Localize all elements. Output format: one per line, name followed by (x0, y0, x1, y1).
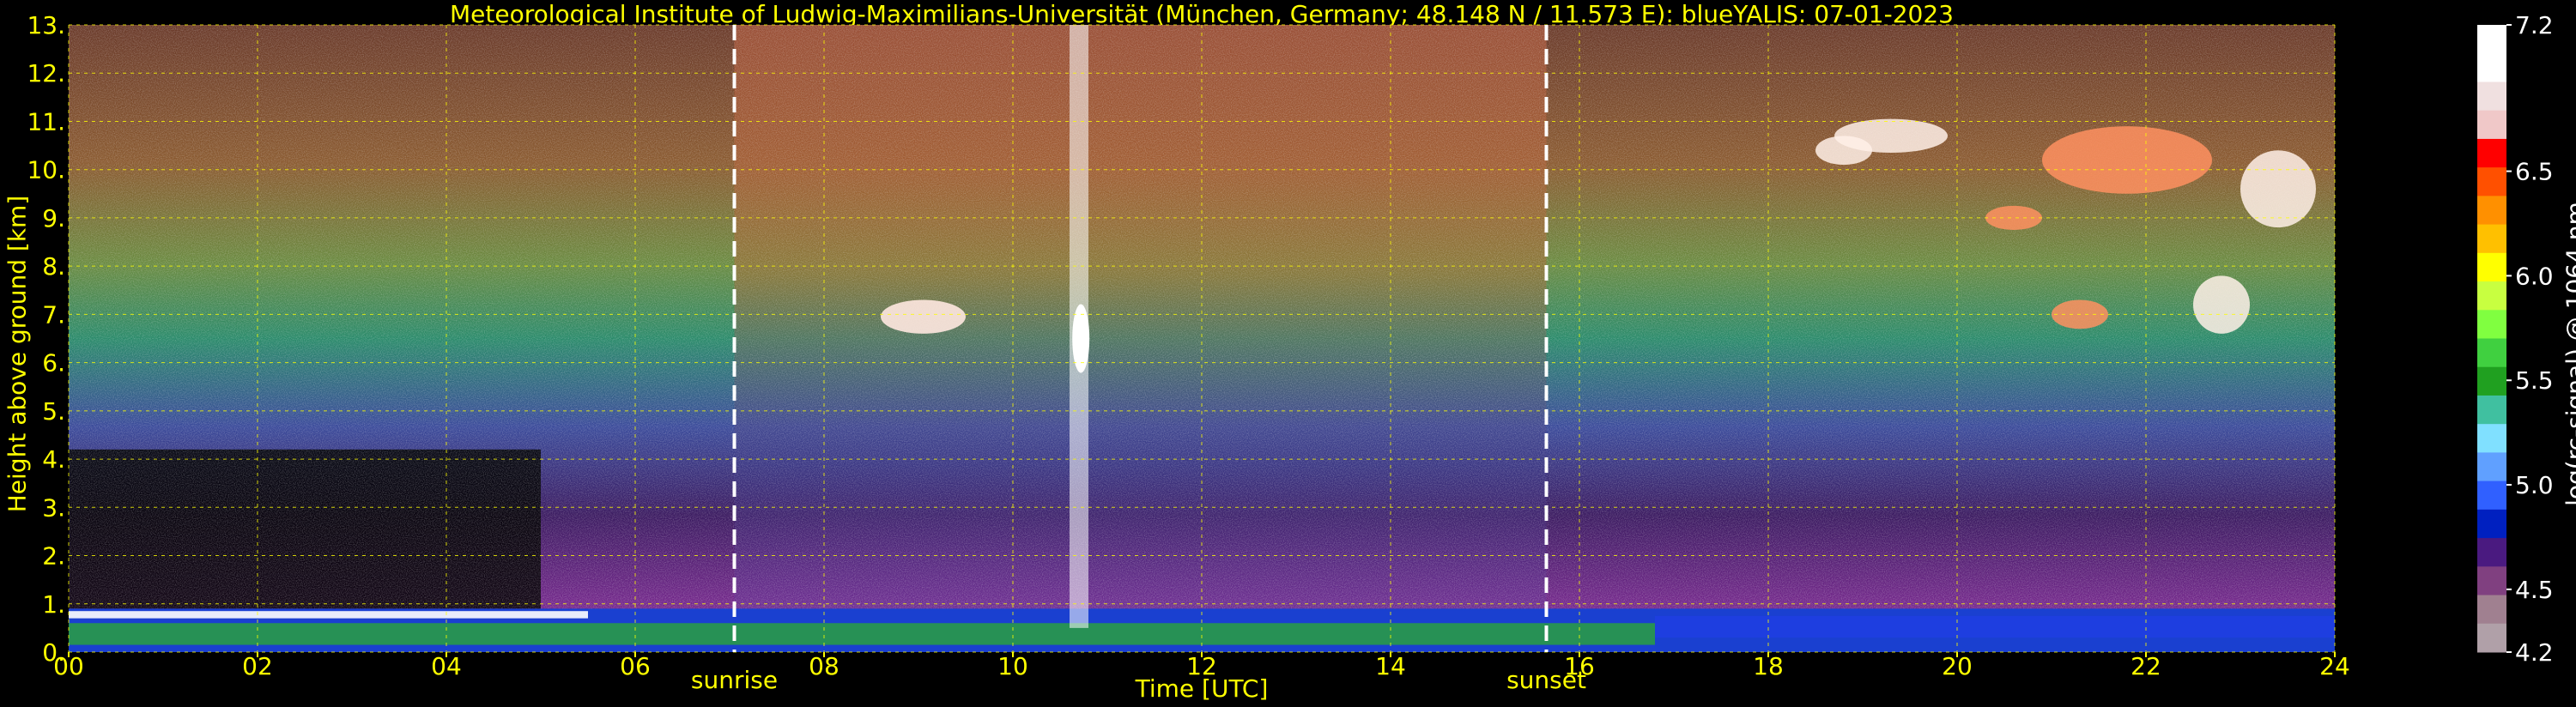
colorbar-band (2477, 452, 2506, 482)
y-tick-label: 9. (42, 204, 65, 233)
colorbar-band (2477, 82, 2506, 112)
colorbar-tick-label: 4.5 (2515, 576, 2554, 604)
colorbar-band (2477, 252, 2506, 282)
colorbar-band (2477, 53, 2506, 82)
cirrus-cloud (2042, 126, 2212, 194)
x-tick-label: 02 (242, 652, 273, 680)
colorbar-band (2477, 595, 2506, 625)
x-tick-label: 04 (431, 652, 462, 680)
colorbar-band (2477, 281, 2506, 311)
y-tick-label: 0. (42, 638, 65, 667)
y-tick-label: 3. (42, 493, 65, 522)
cirrus-cloud (2193, 275, 2250, 334)
colorbar-band (2477, 566, 2506, 596)
colorbar-band (2477, 538, 2506, 567)
boundary-layer-blue (1655, 615, 2335, 638)
colorbar-tick-label: 6.0 (2515, 262, 2554, 290)
colorbar-tick-label: 4.2 (2515, 638, 2554, 667)
x-tick-label: 22 (2131, 652, 2161, 680)
colorbar-band (2477, 310, 2506, 339)
y-tick-label: 5. (42, 397, 65, 426)
colorbar-tick-label: 6.5 (2515, 158, 2554, 186)
boundary-layer-green (69, 623, 1655, 645)
x-tick-label: 10 (997, 652, 1028, 680)
colorbar-band (2477, 196, 2506, 226)
y-tick-label: 10. (27, 156, 65, 184)
x-tick-label: 06 (620, 652, 651, 680)
x-tick-label: 16 (1564, 652, 1595, 680)
x-tick-label: 08 (809, 652, 839, 680)
colorbar-band (2477, 509, 2506, 539)
y-tick-label: 7. (42, 300, 65, 329)
boundary-layer-top (69, 611, 588, 619)
colorbar-tick-label: 7.2 (2515, 11, 2554, 39)
colorbar-band (2477, 110, 2506, 140)
colorbar-band (2477, 167, 2506, 196)
y-tick-label: 1. (42, 590, 65, 619)
colorbar-tick-label: 5.5 (2515, 366, 2554, 395)
y-tick-label: 2. (42, 542, 65, 571)
y-tick-label: 13. (27, 11, 65, 39)
y-tick-label: 8. (42, 252, 65, 281)
colorbar-band (2477, 395, 2506, 425)
colorbar-band (2477, 480, 2506, 511)
y-tick-label: 12. (27, 59, 65, 88)
y-tick-label: 11. (27, 107, 65, 136)
heatmap-plot: sunrise sunset00 02 04 06 08 10 12 14 16 18 20 22 240… (27, 11, 2554, 694)
midlevel-cloud (881, 299, 966, 334)
lidar-figure: Meteorological Institute of Ludwig-Maxim… (0, 0, 2576, 707)
colorbar-band (2477, 338, 2506, 368)
x-tick-label: 18 (1753, 652, 1784, 680)
colorbar-band (2477, 424, 2506, 453)
y-tick-label: 6. (42, 349, 65, 378)
x-tick-label: 12 (1186, 652, 1217, 680)
colorbar-band (2477, 366, 2506, 396)
colorbar-band (2477, 623, 2506, 653)
x-tick-label: 14 (1375, 652, 1406, 680)
colorbar-band (2477, 25, 2506, 54)
x-tick-label: 20 (1942, 652, 1973, 680)
colorbar-band (2477, 224, 2506, 254)
colorbar-tick-label: 5.0 (2515, 471, 2554, 499)
cirrus-cloud (1815, 136, 1872, 166)
x-tick-label: 24 (2319, 652, 2350, 680)
y-tick-label: 4. (42, 445, 65, 474)
cirrus-cloud (2240, 150, 2316, 228)
sunrise-label: sunrise (691, 666, 778, 694)
colorbar-band (2477, 138, 2506, 168)
